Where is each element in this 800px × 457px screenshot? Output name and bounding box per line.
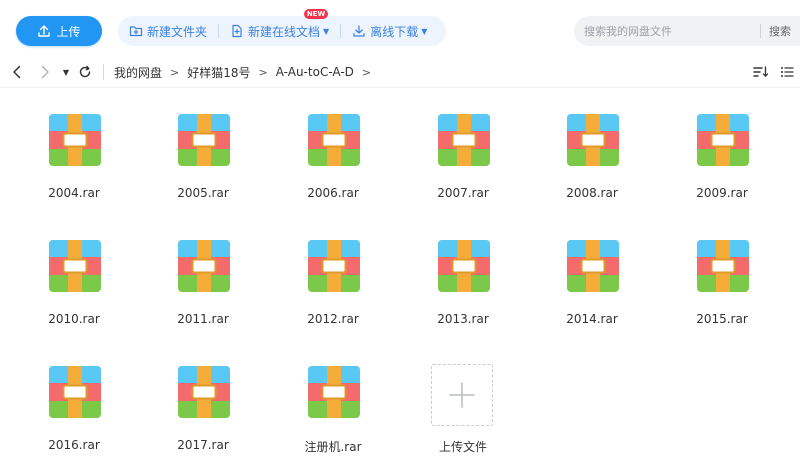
search-input[interactable]	[574, 16, 760, 46]
breadcrumb: 我的网盘 > 好样猫18号 > A-Au-toC-A-D >	[114, 63, 379, 81]
file-name: 2017.rar	[177, 438, 229, 452]
file-name: 2006.rar	[307, 186, 359, 200]
file-item[interactable]: 2007.rar	[413, 90, 513, 200]
archive-icon	[308, 240, 360, 292]
offline-download-label: 离线下载	[370, 24, 419, 39]
breadcrumb-separator: >	[361, 65, 372, 79]
file-grid: 2004.rar 2005.rar 2006.rar 2007.rar 2008…	[0, 90, 800, 457]
file-item[interactable]: 2014.rar	[542, 216, 642, 326]
search-box: 搜索	[574, 16, 800, 46]
file-item[interactable]: 2009.rar	[672, 90, 772, 200]
upload-file-tile[interactable]: 上传文件	[413, 342, 513, 454]
upload-file-label: 上传文件	[438, 440, 487, 454]
file-name: 2005.rar	[177, 186, 229, 200]
new-folder-label: 新建文件夹	[147, 24, 208, 39]
archive-icon	[178, 114, 230, 166]
new-online-doc-label: 新建在线文档	[248, 24, 321, 39]
sort-icon[interactable]	[752, 64, 770, 80]
file-item[interactable]: 2017.rar	[153, 342, 253, 452]
upload-dropzone[interactable]	[431, 364, 493, 426]
file-name: 2009.rar	[696, 186, 748, 200]
back-icon[interactable]	[8, 64, 26, 80]
file-item[interactable]: 2008.rar	[542, 90, 642, 200]
archive-icon	[178, 366, 230, 418]
download-icon	[352, 24, 366, 38]
nav-separator	[103, 64, 104, 80]
file-item[interactable]: 注册机.rar	[283, 342, 383, 454]
refresh-icon[interactable]	[76, 64, 94, 80]
file-name: 注册机.rar	[304, 440, 362, 454]
toolbar: 上传 新建文件夹 新建在线文档 ▼ NEW 离线下载 ▼ 搜索我的网盘文件 搜索	[0, 0, 800, 60]
list-view-icon[interactable]	[778, 64, 796, 80]
offline-download-button[interactable]: 离线下载 ▼	[341, 16, 438, 46]
archive-icon	[567, 114, 619, 166]
archive-icon	[178, 240, 230, 292]
breadcrumb-item[interactable]: 好样猫18号	[187, 64, 250, 81]
archive-icon	[308, 114, 360, 166]
file-name: 2008.rar	[566, 186, 618, 200]
upload-button-label: 上传	[56, 24, 81, 39]
archive-icon	[567, 240, 619, 292]
upload-icon	[37, 24, 51, 38]
file-item[interactable]: 2004.rar	[24, 90, 124, 200]
breadcrumb-item[interactable]: 我的网盘	[114, 64, 162, 81]
search-button[interactable]: 搜索	[761, 23, 799, 39]
file-item[interactable]: 2015.rar	[672, 216, 772, 326]
file-item[interactable]: 2011.rar	[153, 216, 253, 326]
archive-icon	[697, 240, 749, 292]
forward-icon[interactable]	[36, 64, 54, 80]
file-name: 2004.rar	[48, 186, 100, 200]
file-item[interactable]: 2010.rar	[24, 216, 124, 326]
file-name: 2015.rar	[696, 312, 748, 326]
archive-icon	[308, 366, 360, 418]
new-online-doc-button[interactable]: 新建在线文档 ▼ NEW	[219, 9, 340, 46]
new-badge: NEW	[303, 9, 329, 19]
file-item[interactable]: 2016.rar	[24, 342, 124, 452]
new-folder-icon	[129, 24, 143, 38]
archive-icon	[49, 366, 101, 418]
archive-icon	[438, 240, 490, 292]
file-item[interactable]: 2012.rar	[283, 216, 383, 326]
file-name: 2016.rar	[48, 438, 100, 452]
action-group: 新建文件夹 新建在线文档 ▼ NEW 离线下载 ▼	[118, 9, 446, 46]
file-name: 2012.rar	[307, 312, 359, 326]
history-dropdown-icon[interactable]: ▼	[60, 64, 72, 80]
navigation-bar: ▼ 我的网盘 > 好样猫18号 > A-Au-toC-A-D >	[0, 56, 800, 88]
file-name: 2011.rar	[177, 312, 229, 326]
plus-icon	[449, 382, 475, 408]
archive-icon	[438, 114, 490, 166]
archive-icon	[697, 114, 749, 166]
upload-button[interactable]: 上传	[16, 16, 102, 46]
file-name: 2007.rar	[437, 186, 489, 200]
new-doc-icon	[230, 24, 244, 38]
breadcrumb-item[interactable]: A-Au-toC-A-D	[276, 65, 354, 79]
chevron-down-icon: ▼	[323, 26, 330, 36]
chevron-down-icon: ▼	[421, 26, 428, 36]
file-item[interactable]: 2005.rar	[153, 90, 253, 200]
new-folder-button[interactable]: 新建文件夹	[118, 16, 218, 46]
file-item[interactable]: 2006.rar	[283, 90, 383, 200]
archive-icon	[49, 114, 101, 166]
breadcrumb-separator: >	[258, 65, 268, 79]
file-name: 2010.rar	[48, 312, 100, 326]
file-name: 2014.rar	[566, 312, 618, 326]
breadcrumb-separator: >	[170, 65, 180, 79]
file-name: 2013.rar	[437, 312, 489, 326]
file-item[interactable]: 2013.rar	[413, 216, 513, 326]
archive-icon	[49, 240, 101, 292]
